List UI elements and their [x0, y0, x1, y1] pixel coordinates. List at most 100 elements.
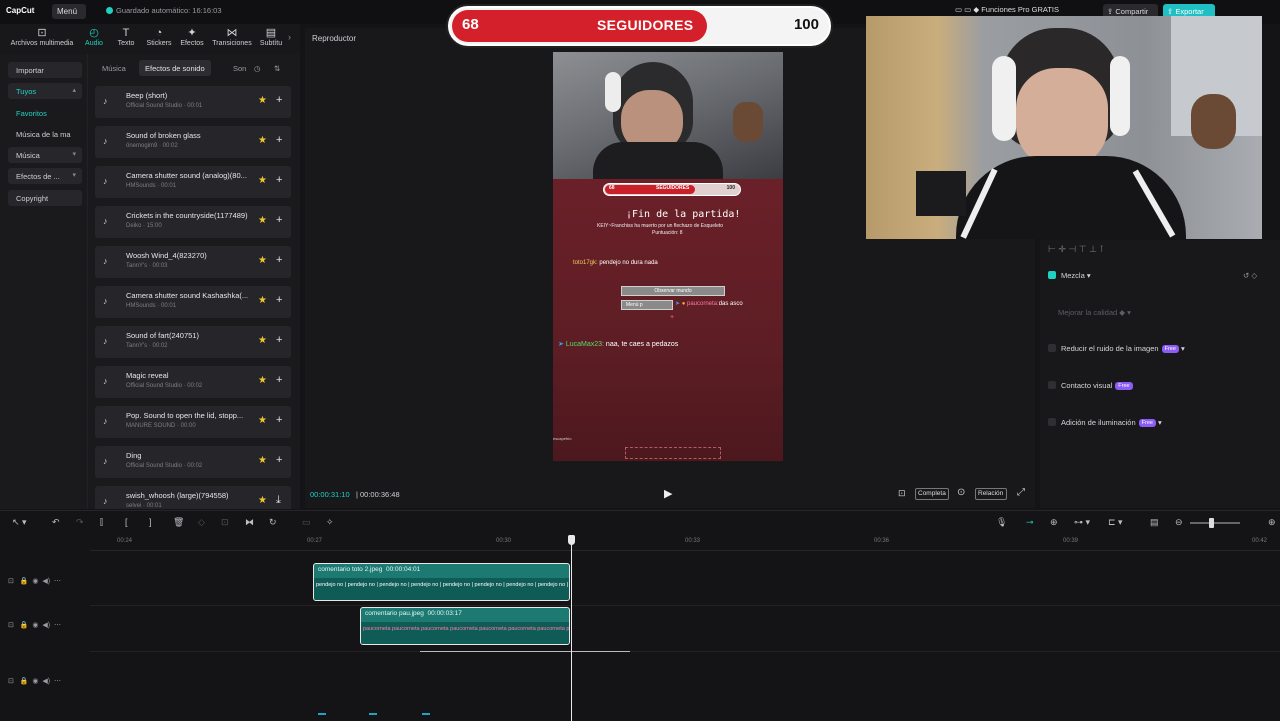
zoom-slider-handle[interactable]	[1209, 518, 1214, 528]
sidebar-item-favorites[interactable]: Favoritos	[8, 105, 82, 121]
zoom-slider[interactable]	[1190, 522, 1240, 524]
tab-media[interactable]: ⊡ Archivos multimedia	[8, 26, 76, 47]
sound-item[interactable]: ♪ Sound of fart(240751) TannY's · 00:02 ★ +	[95, 326, 291, 358]
video-preview[interactable]: 68 SEGUIDORES 100 ¡Fin de la partida! KE…	[553, 52, 783, 461]
pro-features[interactable]: ▭ ▭ ◆ Funciones Pro GRATIS	[955, 5, 1059, 14]
favorite-star-icon[interactable]: ★	[258, 255, 267, 266]
denoise-toggle[interactable]: Reducir el ruido de la imagen Free ▾	[1048, 344, 1185, 353]
select-tool-icon[interactable]: ↖ ▾	[12, 517, 27, 528]
subtab-music[interactable]: Música	[96, 60, 132, 76]
sound-item[interactable]: ♪ swish_whoosh (large)(794558) selvei · 00…	[95, 486, 291, 509]
speaker-icon[interactable]: ◀)	[42, 578, 50, 585]
track-icon[interactable]: ⊡	[8, 622, 14, 629]
sidebar-item-effects[interactable]: Efectos de ... ▾	[8, 168, 82, 184]
preview-axis-icon[interactable]: ⊏ ▾	[1108, 517, 1123, 528]
split-left-icon[interactable]: [	[125, 517, 128, 527]
eye-contact-toggle[interactable]: Contacto visual Free	[1048, 381, 1133, 390]
add-icon[interactable]: +	[276, 414, 282, 426]
lock-icon[interactable]: 🔒	[20, 578, 29, 585]
split-icon[interactable]: ⫿	[100, 517, 103, 528]
magic-icon[interactable]: ✧	[326, 517, 334, 528]
more-icon[interactable]: ⋯	[54, 578, 61, 585]
clock-icon[interactable]: ◷	[248, 60, 267, 76]
clip-comentario-toto[interactable]: comentario toto 2.jpeg 00:00:04:01 pende…	[313, 563, 570, 601]
redo-icon[interactable]: ↷	[76, 517, 84, 528]
favorite-star-icon[interactable]: ★	[258, 295, 267, 306]
sound-item[interactable]: ♪ Camera shutter sound Kashashka(... HMSou…	[95, 286, 291, 318]
sidebar-item-yours[interactable]: Tuyos ▴	[8, 83, 82, 99]
lighting-toggle[interactable]: Adición de iluminación Free ▾	[1048, 418, 1162, 427]
add-icon[interactable]: +	[276, 374, 282, 386]
favorite-star-icon[interactable]: ★	[258, 335, 267, 346]
favorite-star-icon[interactable]: ★	[258, 175, 267, 186]
eye-icon[interactable]: ◉	[32, 578, 38, 585]
chevron-right-icon[interactable]: ›	[288, 32, 291, 42]
link-icon[interactable]: ⊸	[1026, 517, 1034, 528]
add-icon[interactable]: ⤓	[276, 494, 281, 507]
add-icon[interactable]: +	[276, 254, 282, 266]
rotate-icon[interactable]: ↻	[269, 517, 277, 528]
sound-item[interactable]: ♪ Beep (short) Official Sound Studio · 00:…	[95, 86, 291, 118]
tab-effects[interactable]: ✦ Efectos	[178, 26, 206, 47]
zoom-in-icon[interactable]: ⊕	[1268, 517, 1276, 528]
favorite-star-icon[interactable]: ★	[258, 455, 267, 466]
lock-icon[interactable]: 🔒	[20, 622, 29, 629]
tab-stickers[interactable]: ◔ Stickers	[144, 26, 174, 47]
subtab-sound-effects[interactable]: Efectos de sonido	[139, 60, 211, 76]
align-icons[interactable]: ⊢ ✛ ⊣ ⊤ ⊥ ⊺	[1048, 244, 1104, 255]
mix-toggle[interactable]: Mezcla ▾	[1048, 271, 1091, 280]
favorite-star-icon[interactable]: ★	[258, 375, 267, 386]
shield-icon[interactable]: ◇	[198, 517, 205, 528]
tab-text[interactable]: T Texto	[114, 26, 138, 47]
tab-transitions[interactable]: ⋈ Transiciones	[210, 26, 254, 47]
add-icon[interactable]: +	[276, 94, 282, 106]
track-icon[interactable]: ⊡	[8, 678, 14, 685]
delete-icon[interactable]: 🗑	[173, 517, 184, 528]
timeline-ruler[interactable]: 00:24 00:27 00:30 00:33 00:36 00:39 00:4…	[90, 535, 1280, 551]
microphone-icon[interactable]: 🎙	[996, 517, 1007, 528]
track-icon[interactable]: ⊡	[8, 578, 14, 585]
lock-icon[interactable]: 🔒	[20, 678, 29, 685]
favorite-star-icon[interactable]: ★	[258, 135, 267, 146]
fit-icon[interactable]: ⊙	[957, 487, 965, 498]
menu-button[interactable]: Menú	[52, 4, 86, 19]
play-icon[interactable]: ▶	[664, 487, 672, 500]
favorite-star-icon[interactable]: ★	[258, 95, 267, 106]
zoom-out-icon[interactable]: ⊖	[1175, 517, 1183, 528]
mirror-icon[interactable]: ⧓	[245, 517, 254, 528]
tab-captions[interactable]: ▤ Subtítu	[256, 26, 286, 47]
import-button[interactable]: Importar	[8, 62, 82, 78]
crop-icon[interactable]: ⊡	[898, 488, 906, 499]
favorite-star-icon[interactable]: ★	[258, 495, 267, 506]
sound-item[interactable]: ♪ Ding Official Sound Studio · 00:02 ★ +	[95, 446, 291, 478]
snap-icon[interactable]: ⊶ ▾	[1074, 517, 1090, 528]
fullscreen-icon[interactable]: ⤢	[1017, 487, 1025, 498]
ratio-button[interactable]: Relación	[975, 488, 1007, 500]
eye-icon[interactable]: ◉	[32, 678, 38, 685]
sidebar-item-copyright[interactable]: Copyright	[8, 190, 82, 206]
more-icon[interactable]: ⋯	[54, 622, 61, 629]
quality-full-button[interactable]: Completa	[915, 488, 949, 500]
sound-item[interactable]: ♪ Camera shutter sound (analog)(80... HMSo…	[95, 166, 291, 198]
reset-icon[interactable]: ↺ ◇	[1243, 271, 1257, 280]
sound-item[interactable]: ♪ Woosh Wind_4(823270) TannY's · 00:03 ★ +	[95, 246, 291, 278]
sidebar-item-music[interactable]: Música ▾	[8, 147, 82, 163]
add-icon[interactable]: +	[276, 214, 282, 226]
captions-toggle-icon[interactable]: ▤	[1150, 517, 1159, 528]
sound-item[interactable]: ♪ Crickets in the countryside(1177489) Dei…	[95, 206, 291, 238]
sound-item[interactable]: ♪ Magic reveal Official Sound Studio · 00:…	[95, 366, 291, 398]
magnet-icon[interactable]: ⊕	[1050, 517, 1058, 528]
speaker-icon[interactable]: ◀)	[42, 622, 50, 629]
crop-tool-icon[interactable]: ⊡	[221, 517, 229, 528]
clip-comentario-pau[interactable]: comentario pau.jpeg 00:00:03:17 paucorne…	[360, 607, 570, 645]
split-right-icon[interactable]: ]	[149, 517, 152, 527]
sort-icon[interactable]: ⇅	[268, 60, 286, 76]
eye-icon[interactable]: ◉	[32, 622, 38, 629]
add-icon[interactable]: +	[276, 454, 282, 466]
add-icon[interactable]: +	[276, 174, 282, 186]
playhead[interactable]	[568, 535, 575, 721]
playhead-handle[interactable]	[568, 535, 575, 545]
frame-icon[interactable]: ▭	[302, 517, 311, 528]
undo-icon[interactable]: ↶	[52, 517, 60, 528]
sidebar-item-music-of[interactable]: Música de la ma	[8, 126, 82, 142]
